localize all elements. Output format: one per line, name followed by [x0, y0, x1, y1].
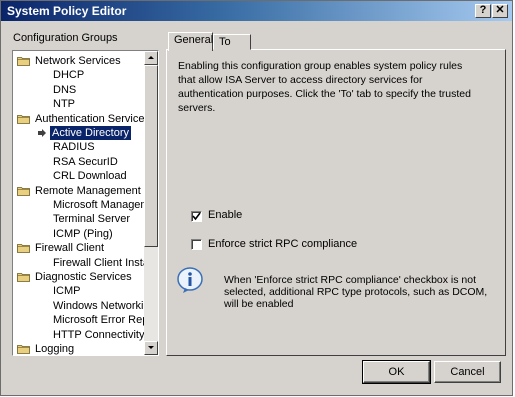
tree-item-label: HTTP Connectivity v: [53, 328, 144, 341]
tree-group-item[interactable]: Remote Management: [17, 184, 143, 198]
tree-group-item[interactable]: Authentication Services: [17, 112, 144, 126]
rpc-compliance-note: When 'Enforce strict RPC compliance' che…: [224, 274, 488, 310]
scroll-down-button[interactable]: [144, 341, 158, 355]
tree-item-label: ICMP: [53, 285, 81, 298]
tree-item-label: DNS: [53, 83, 77, 96]
tree-group-item[interactable]: Logging: [17, 342, 76, 355]
enforce-rpc-checkbox[interactable]: [191, 239, 202, 250]
tree-group-item[interactable]: Diagnostic Services: [17, 270, 134, 284]
folder-icon: [17, 272, 30, 282]
tree-scrollbar[interactable]: [144, 51, 158, 355]
scroll-down-arrow-icon: [148, 346, 154, 349]
tree-child-item[interactable]: Active Directory: [37, 126, 132, 140]
tree-item-label: Microsoft Error Repo: [53, 314, 144, 327]
scrollbar-thumb[interactable]: [144, 65, 158, 247]
tree-item-label: CRL Download: [53, 170, 127, 183]
tree-item-label: Remote Management: [35, 184, 141, 197]
tree-child-item[interactable]: ICMP: [51, 284, 83, 298]
info-icon: [177, 267, 203, 293]
folder-icon: [17, 56, 30, 66]
cancel-button[interactable]: Cancel: [434, 361, 501, 383]
tree-item-label: Microsoft Manageme: [53, 199, 144, 211]
enforce-rpc-label: Enforce strict RPC compliance: [208, 238, 358, 250]
enable-checkbox[interactable]: [191, 211, 202, 222]
tree-child-item[interactable]: DHCP: [51, 68, 86, 82]
selected-arrow-icon: [37, 128, 47, 138]
window-title: System Policy Editor: [7, 4, 127, 18]
tree-item-label: Active Directory: [50, 126, 132, 140]
tree-item-label: DHCP: [53, 69, 85, 82]
system-policy-editor-window: System Policy Editor ? ✕ Configuration G…: [0, 0, 513, 396]
tree-item-label: ICMP (Ping): [53, 227, 113, 240]
tree-items: Network Services DHCP DNS NTP Authentication…: [13, 51, 144, 355]
tree-child-item[interactable]: HTTP Connectivity v: [51, 328, 144, 342]
tree-child-item[interactable]: Microsoft Manageme: [51, 198, 144, 212]
configuration-groups-label: Configuration Groups: [13, 32, 118, 44]
tree-child-item[interactable]: Microsoft Error Repo: [51, 313, 144, 327]
title-bar[interactable]: System Policy Editor ? ✕: [1, 1, 512, 21]
tree-child-item[interactable]: DNS: [51, 83, 78, 97]
tree-item-label: Network Services: [35, 55, 121, 67]
folder-icon: [17, 243, 30, 254]
checkmark-icon: [192, 212, 201, 221]
tree-item-label: Authentication Services: [35, 112, 144, 125]
tree-group-item[interactable]: Firewall Client: [17, 241, 106, 255]
folder-icon: [17, 344, 30, 354]
ok-button[interactable]: OK: [362, 360, 431, 384]
tree-item-label: Firewall Client Install: [53, 256, 144, 269]
tree-child-item[interactable]: ICMP (Ping): [51, 227, 115, 241]
tree-child-item[interactable]: NTP: [51, 97, 77, 111]
tree-item-label: Firewall Client: [35, 242, 105, 255]
tree-child-item[interactable]: Firewall Client Install: [51, 256, 144, 270]
enable-label: Enable: [208, 209, 243, 221]
help-button[interactable]: ?: [475, 4, 491, 18]
folder-icon: [17, 114, 30, 124]
tree-item-label: Terminal Server: [53, 213, 131, 226]
tree-child-item[interactable]: RSA SecurID: [51, 155, 120, 169]
tree-item-label: Diagnostic Services: [35, 271, 132, 283]
tree-item-label: Windows Networking: [53, 299, 144, 312]
tree-child-item[interactable]: Windows Networking: [51, 299, 144, 313]
tree-item-label: Logging: [35, 343, 75, 355]
tree-group-item[interactable]: Network Services: [17, 54, 123, 68]
tree-child-item[interactable]: Terminal Server: [51, 212, 132, 226]
configuration-groups-tree[interactable]: Network Services DHCP DNS NTP Authentication…: [12, 50, 159, 356]
close-button[interactable]: ✕: [492, 4, 508, 18]
tree-item-label: RSA SecurID: [53, 155, 118, 168]
folder-icon: [17, 186, 30, 196]
tree-item-label: NTP: [53, 98, 75, 111]
scroll-up-button[interactable]: [144, 51, 158, 65]
general-description: Enabling this configuration group enable…: [178, 60, 471, 114]
tab-to[interactable]: To: [213, 34, 251, 50]
tab-general[interactable]: General: [168, 32, 213, 51]
scroll-up-arrow-icon: [148, 56, 154, 59]
tree-child-item[interactable]: CRL Download: [51, 169, 129, 183]
tree-item-label: RADIUS: [53, 141, 95, 154]
tree-child-item[interactable]: RADIUS: [51, 140, 97, 154]
